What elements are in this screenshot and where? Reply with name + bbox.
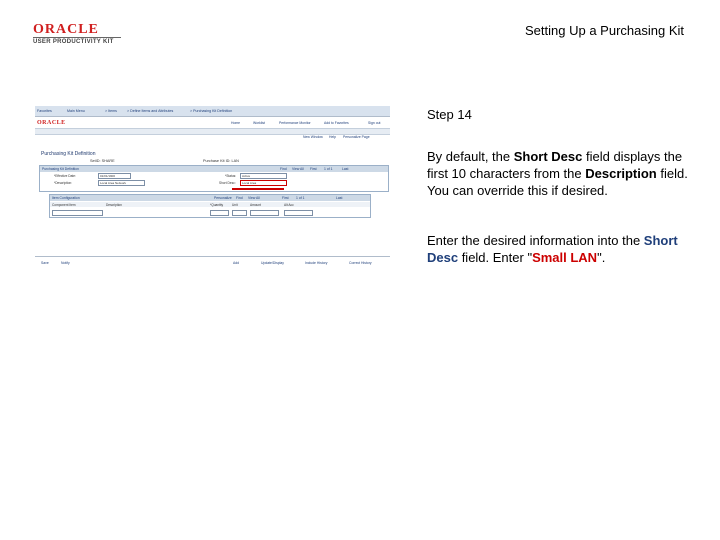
- update-display-button[interactable]: Update/Display: [261, 260, 284, 266]
- description-label: *Description:: [54, 181, 73, 185]
- grid1-find-link[interactable]: Find: [280, 167, 287, 171]
- col-amount: Amount: [250, 203, 261, 207]
- bottom-separator: [35, 256, 390, 257]
- logo-divider: [33, 37, 121, 38]
- grid1-row-count: 1 of 1: [324, 167, 333, 171]
- step-description: By default, the Short Desc field display…: [427, 148, 689, 199]
- step-instruction: Enter the desired information into the S…: [427, 232, 689, 266]
- col-unit: Unit: [232, 203, 238, 207]
- include-history-button[interactable]: Include History: [305, 260, 327, 266]
- step-title: Step 14: [427, 107, 472, 122]
- p1-text-a: By default, the: [427, 149, 514, 164]
- grid1-first-link[interactable]: First: [310, 167, 317, 171]
- item-configuration-grid-header: Item Configuration Personalize Find View…: [50, 195, 370, 201]
- link-sign-out[interactable]: Sign out: [368, 121, 380, 125]
- link-personalize-page[interactable]: Personalize Page: [343, 135, 370, 139]
- link-help[interactable]: Help: [329, 135, 336, 139]
- col-alt-acc: Alt Acc: [284, 203, 294, 207]
- notify-button[interactable]: Notify: [61, 260, 70, 266]
- effective-date-label: *Effective Date:: [54, 174, 76, 178]
- grid2-title: Item Configuration: [52, 196, 80, 200]
- item-configuration-grid: Item Configuration Personalize Find View…: [49, 194, 371, 218]
- p2-text-a: Enter the desired information into the: [427, 233, 644, 248]
- p2-text-c: field. Enter ": [458, 250, 533, 265]
- kit-definition-grid: Purchasing Kit Definition Find View All …: [39, 165, 389, 192]
- page-title: Purchasing Kit Definition: [41, 151, 96, 157]
- col-quantity: *Quantity: [210, 203, 224, 207]
- document-title: Setting Up a Purchasing Kit: [525, 23, 684, 38]
- link-add-favorites[interactable]: Add to Favorites: [324, 121, 349, 125]
- p2-value-small-lan: Small LAN: [532, 250, 598, 265]
- grid2-last-link[interactable]: Last: [336, 196, 342, 200]
- grid2-find-link[interactable]: Find: [236, 196, 243, 200]
- alt-acc-input[interactable]: [284, 210, 313, 216]
- nav-define-items[interactable]: > Define Items and Attributes: [127, 109, 173, 113]
- kit-id-label: Purchase Kit ID: LAN: [203, 159, 239, 163]
- sub-toolbar: [35, 128, 390, 135]
- link-performance-monitor[interactable]: Performance Monitor: [279, 121, 311, 125]
- grid1-title: Purchasing Kit Definition: [42, 167, 79, 171]
- short-desc-input[interactable]: Local Area: [240, 180, 287, 186]
- link-new-window[interactable]: New Window: [303, 135, 323, 139]
- application-screenshot: Favorites Main Menu > Items > Define Ite…: [35, 106, 390, 269]
- save-button[interactable]: Save: [41, 260, 49, 266]
- col-component-item: Component Item: [52, 203, 76, 207]
- component-item-input[interactable]: [52, 210, 103, 216]
- oracle-upk-logo: ORACLE USER PRODUCTIVITY KIT: [33, 22, 123, 48]
- p2-text-e: ".: [597, 250, 606, 265]
- nav-main-menu[interactable]: Main Menu: [67, 109, 85, 113]
- app-oracle-logo: ORACLE: [37, 120, 66, 126]
- col-description: Description: [106, 203, 122, 207]
- grid2-first-link[interactable]: First: [282, 196, 289, 200]
- upk-wordmark: USER PRODUCTIVITY KIT: [33, 39, 114, 45]
- amount-input[interactable]: [250, 210, 279, 216]
- unit-input[interactable]: [232, 210, 247, 216]
- effective-date-input[interactable]: 01/01/1900: [98, 173, 131, 179]
- link-home[interactable]: Home: [231, 121, 240, 125]
- setid-label: SetID: SHARE: [90, 159, 115, 163]
- grid1-last-link[interactable]: Last: [342, 167, 348, 171]
- nav-favorites[interactable]: Favorites: [37, 109, 52, 113]
- grid2-view-all-link[interactable]: View All: [248, 196, 260, 200]
- grid2-row-count: 1 of 1: [296, 196, 305, 200]
- link-worklist[interactable]: Worklist: [253, 121, 265, 125]
- correct-history-button[interactable]: Correct History: [349, 260, 372, 266]
- short-desc-highlight: [232, 188, 284, 190]
- bottom-toolbar: Save Notify Add Update/Display Include H…: [35, 258, 390, 268]
- p1-short-desc: Short Desc: [513, 149, 583, 164]
- quantity-input[interactable]: [210, 210, 229, 216]
- nav-purchasing-kit[interactable]: > Purchasing Kit Definition: [190, 109, 232, 113]
- p1-description: Description: [585, 166, 657, 181]
- item-configuration-columns: Component Item Description *Quantity Uni…: [50, 202, 370, 207]
- grid1-view-all-link[interactable]: View All: [292, 167, 304, 171]
- menu-navbar: Favorites Main Menu > Items > Define Ite…: [35, 106, 390, 117]
- description-input[interactable]: Local Area Network: [98, 180, 145, 186]
- add-button[interactable]: Add: [233, 260, 239, 266]
- kit-definition-grid-header: Purchasing Kit Definition Find View All …: [40, 166, 388, 172]
- nav-items[interactable]: > Items: [105, 109, 117, 113]
- oracle-wordmark: ORACLE: [33, 22, 99, 37]
- grid2-personalize-link[interactable]: Personalize: [214, 196, 232, 200]
- status-select[interactable]: Active: [240, 173, 287, 179]
- status-label: *Status:: [225, 174, 237, 178]
- short-desc-label: Short Desc:: [219, 181, 236, 185]
